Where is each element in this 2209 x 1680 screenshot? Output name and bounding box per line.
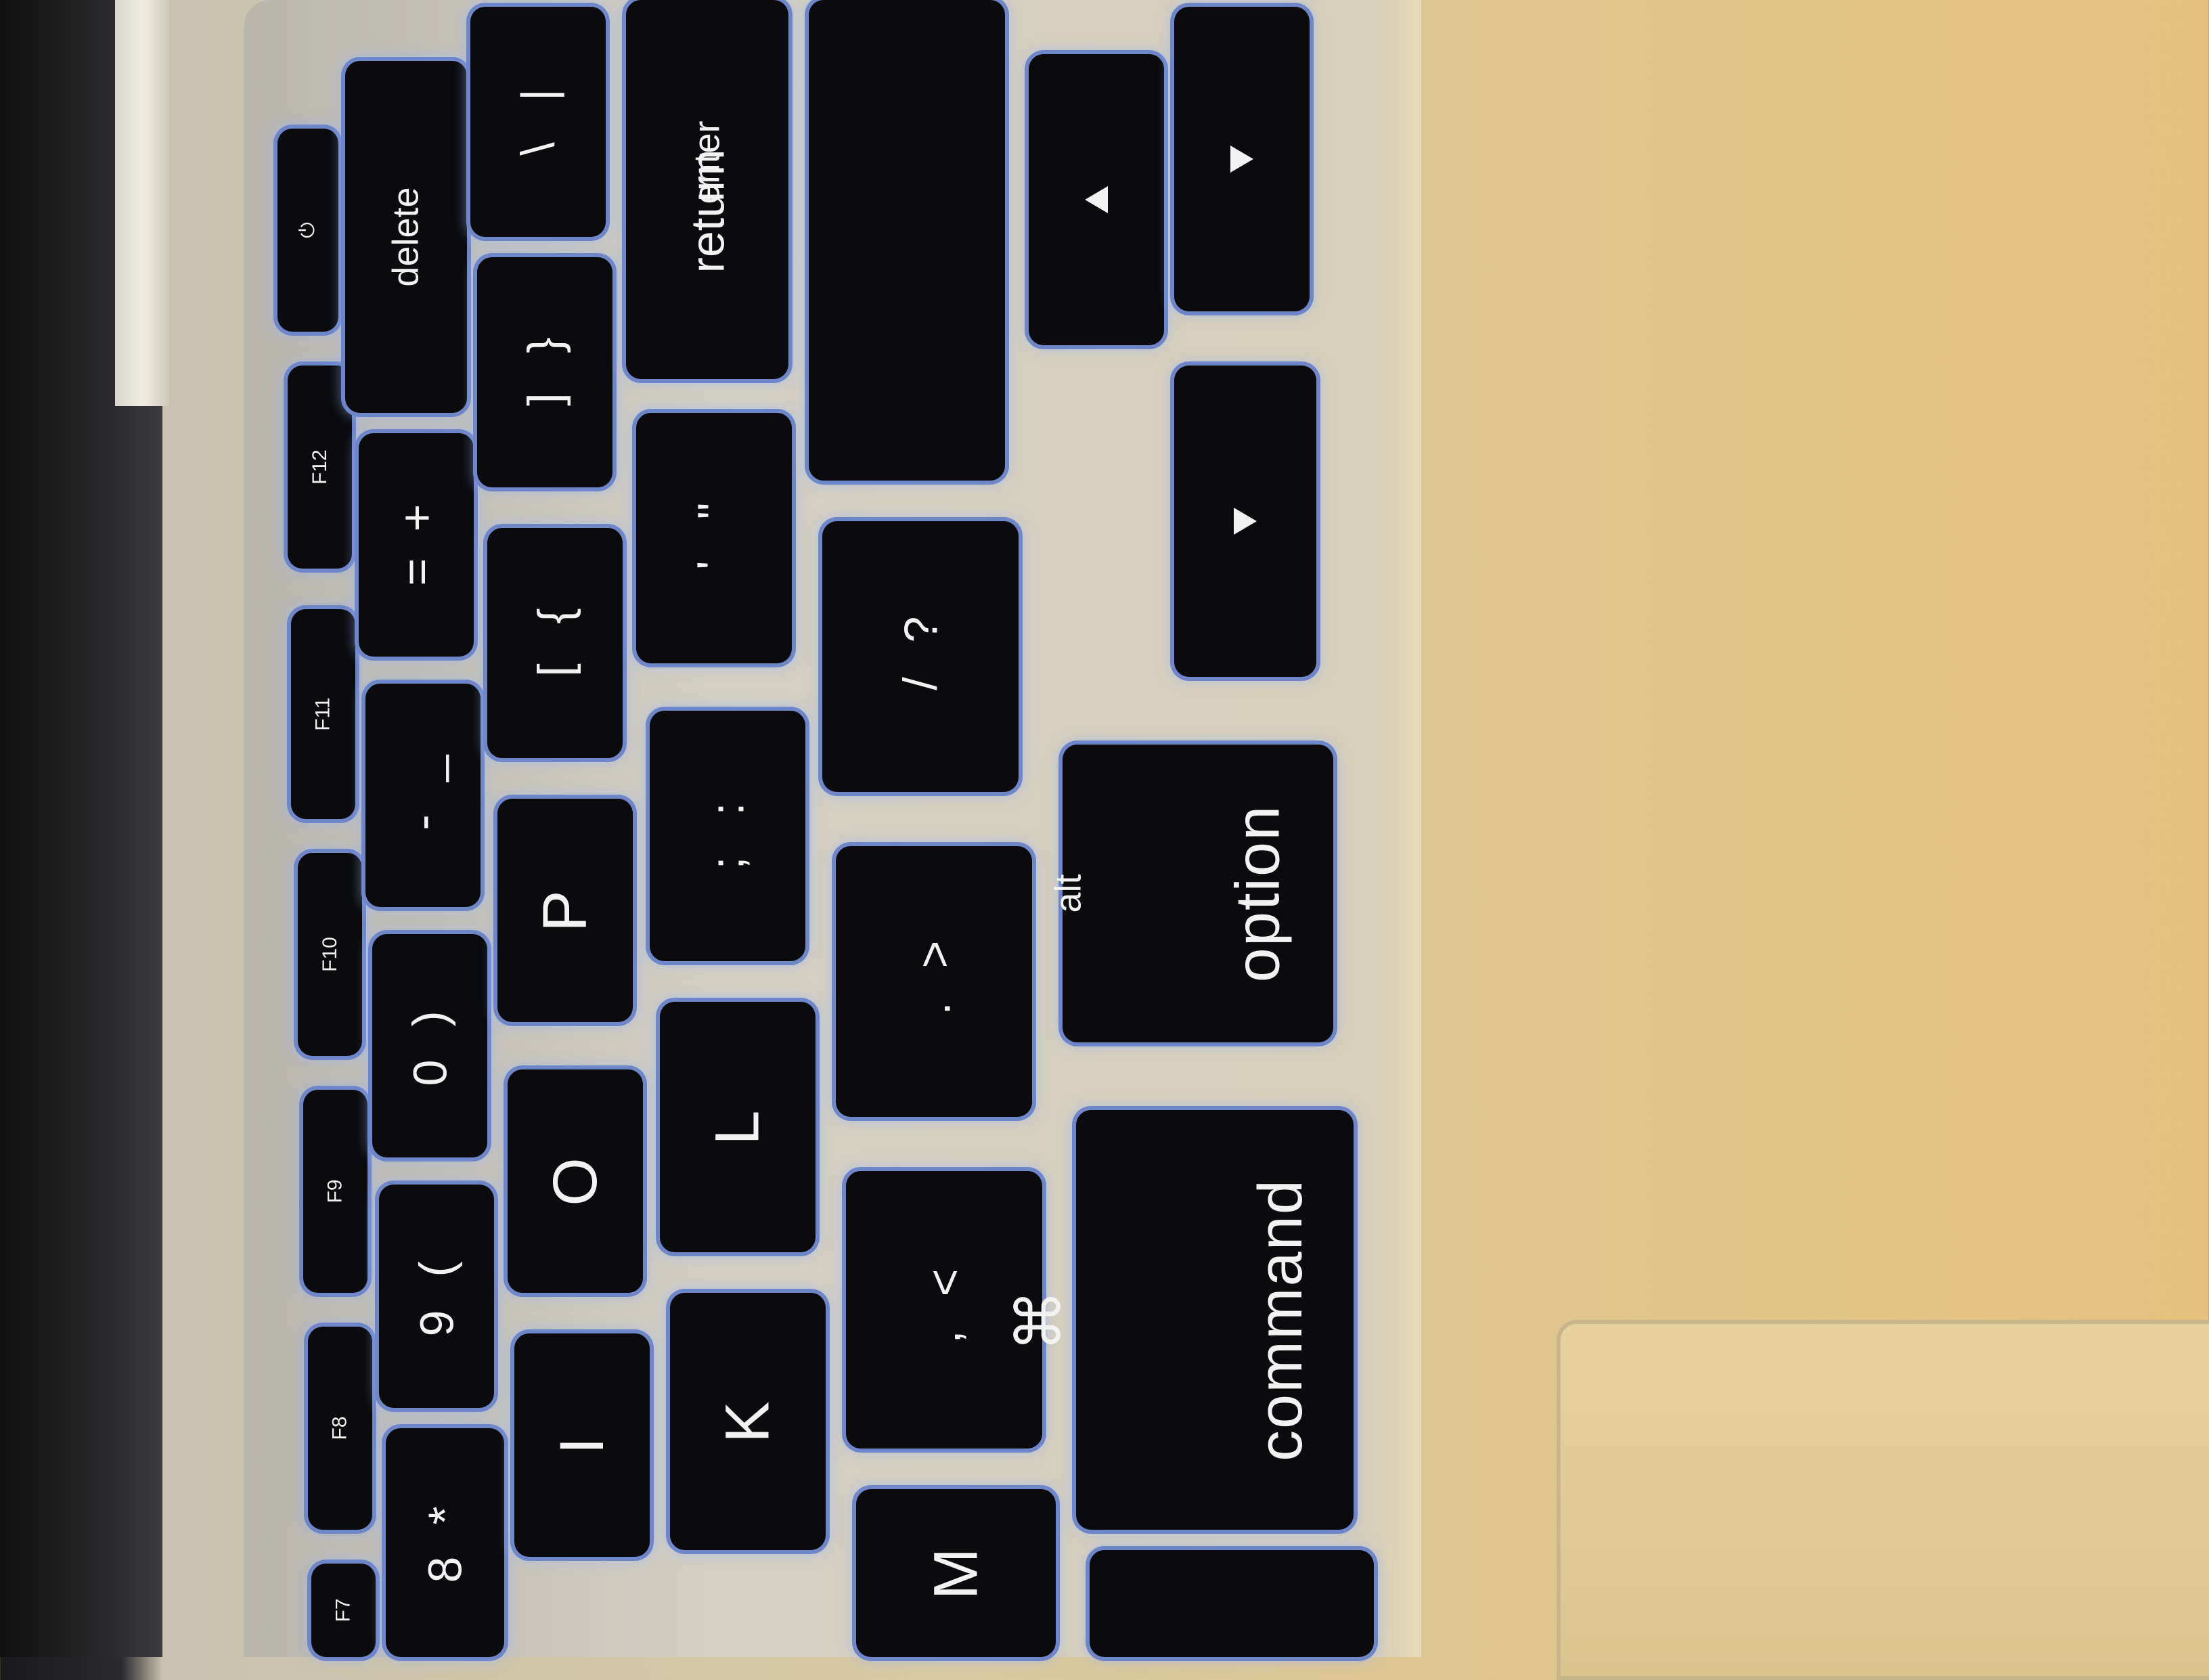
delete-key[interactable]: delete — [345, 61, 467, 413]
f12-key[interactable]: F12 — [288, 366, 352, 569]
return-key[interactable]: enter return — [626, 0, 788, 379]
eight-key[interactable]: * 8 — [386, 1428, 504, 1657]
p-key[interactable]: P — [497, 799, 633, 1022]
arrow-right-key[interactable] — [1174, 366, 1316, 677]
quote-key[interactable]: " ' — [636, 413, 792, 663]
option-key[interactable]: alt option — [1048, 745, 1333, 1042]
arrow-right-icon — [1234, 508, 1257, 535]
l-key[interactable]: L — [660, 1002, 816, 1252]
rbracket-key[interactable]: }] — [477, 257, 612, 487]
period-key[interactable]: >. — [836, 846, 1032, 1117]
f9-key[interactable]: F9 — [303, 1090, 367, 1293]
backslash-key[interactable]: | \ — [470, 7, 606, 237]
m-key[interactable]: M — [856, 1489, 1056, 1657]
deck-edge — [1381, 0, 1421, 1657]
minus-key[interactable]: _ - — [365, 684, 481, 907]
equals-key[interactable]: + = — [359, 433, 474, 657]
arrow-up-icon — [1085, 186, 1108, 213]
command-key[interactable]: ⌘ command — [1005, 1110, 1354, 1530]
arrow-down-key[interactable] — [1174, 7, 1310, 311]
trackpad[interactable] — [1557, 1320, 2209, 1680]
f7-key[interactable]: F7 — [311, 1564, 376, 1657]
o-key[interactable]: O — [508, 1069, 643, 1293]
i-key[interactable]: I — [514, 1333, 650, 1557]
nine-key[interactable]: (9 — [379, 1185, 494, 1408]
hinge-cap — [115, 0, 169, 406]
f8-key[interactable]: F8 — [308, 1327, 372, 1530]
k-key[interactable]: K — [670, 1293, 826, 1550]
arrow-left-up-key[interactable] — [1029, 54, 1164, 345]
zero-key[interactable]: ) 0 — [372, 934, 487, 1157]
right-shift-key[interactable] — [809, 0, 1005, 481]
f10-key[interactable]: F10 — [298, 853, 362, 1056]
slash-key[interactable]: ? / — [822, 521, 1019, 792]
arrow-down-icon — [1230, 146, 1253, 173]
lbracket-key[interactable]: {[ — [487, 528, 623, 758]
control-key[interactable] — [1090, 1550, 1374, 1657]
f11-key[interactable]: F11 — [291, 609, 355, 819]
power-key[interactable]: ⏻ — [277, 129, 338, 332]
semicolon-key[interactable]: :; — [650, 711, 805, 961]
